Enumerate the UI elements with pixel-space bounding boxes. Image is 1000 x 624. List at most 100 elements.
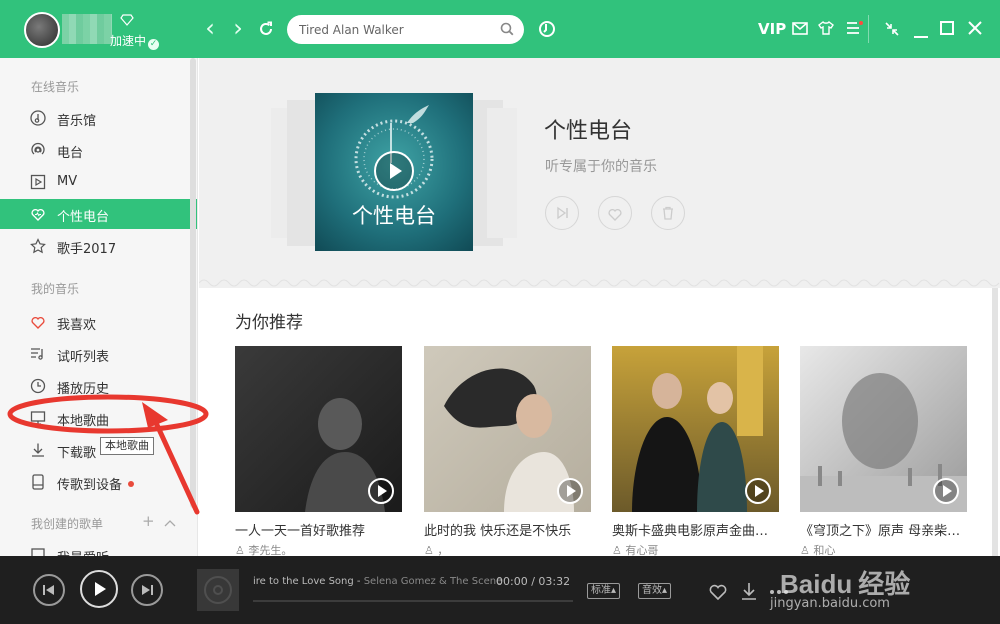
sidebar-item-personal-radio[interactable]: 个性电台 <box>0 199 197 229</box>
sidebar-item-label: 试听列表 <box>57 350 110 365</box>
mail-button[interactable] <box>792 22 808 39</box>
maximize-button[interactable] <box>940 21 954 39</box>
close-button[interactable] <box>968 21 982 39</box>
sidebar-item-singer-2017[interactable]: 歌手2017 <box>0 231 197 261</box>
playlist-cover[interactable] <box>800 346 967 512</box>
accelerating-label: 加速中 <box>110 34 147 48</box>
play-pause-button[interactable] <box>80 570 118 608</box>
watermark: Baidu 经验 jingyan.baidu.com <box>760 556 960 624</box>
diamond-icon <box>120 14 134 29</box>
star-icon <box>30 238 46 254</box>
music-hall-icon <box>30 110 46 126</box>
mini-mode-button[interactable] <box>884 21 900 41</box>
collapse-button[interactable] <box>164 516 176 531</box>
playlist-title[interactable]: 《穹顶之下》原声 母亲柴… <box>800 520 967 539</box>
playlist-cover[interactable] <box>612 346 779 512</box>
mail-icon <box>792 22 808 35</box>
play-icon[interactable] <box>933 478 959 504</box>
main-scrollbar[interactable] <box>992 288 998 556</box>
next-button[interactable] <box>131 574 163 606</box>
sidebar-item-label: 播放历史 <box>57 382 110 397</box>
sidebar-item-label: MV <box>57 174 78 189</box>
sound-effect-button[interactable]: 音效▴ <box>638 583 672 599</box>
playlist-title[interactable]: 此时的我 快乐还是不快乐 <box>424 520 591 539</box>
now-playing-cover[interactable] <box>197 569 239 611</box>
playlist-icon <box>31 548 45 556</box>
playlist-card[interactable]: 此时的我 快乐还是不快乐 ♙ ， <box>424 346 591 556</box>
refresh-button[interactable] <box>254 18 278 44</box>
playlist-title[interactable]: 一人一天一首好歌推荐 <box>235 520 402 539</box>
play-icon[interactable] <box>368 478 394 504</box>
creator-name[interactable]: 和心 <box>813 544 835 556</box>
quality-label: 标准 <box>591 585 611 596</box>
sidebar-item-local-songs[interactable]: 本地歌曲 <box>0 403 197 433</box>
skin-button[interactable] <box>818 20 834 39</box>
playlist-creator: ♙ 和心 <box>800 542 967 556</box>
sidebar-item-transfer-to-device[interactable]: 传歌到设备 <box>0 467 197 497</box>
section-my-music: 我的音乐 <box>31 282 80 296</box>
music-recognition-button[interactable] <box>538 20 556 42</box>
current-time: 00:00 <box>496 575 528 588</box>
playlist-title[interactable]: 奥斯卡盛典电影原声金曲… <box>612 520 779 539</box>
skip-next-icon <box>557 206 568 220</box>
like-button[interactable] <box>598 196 632 230</box>
main-content: 个性电台 个性电台 听专属于你的音乐 为你推荐 一人一天一首好歌推荐 ♙ 李先生… <box>199 58 1000 556</box>
divider <box>868 15 869 43</box>
chevron-up-icon <box>164 520 176 527</box>
progress-bar[interactable] <box>253 600 573 602</box>
menu-button[interactable] <box>846 21 864 40</box>
cover-ghost <box>487 108 517 238</box>
vip-button[interactable]: VIP <box>758 20 786 38</box>
creator-name[interactable]: 有心哥 <box>625 544 658 556</box>
sidebar-item-trial-list[interactable]: 试听列表 <box>0 339 197 369</box>
search-input[interactable] <box>299 20 494 39</box>
artist-name[interactable]: Selena Gomez & The Scene <box>364 576 503 587</box>
forward-button[interactable]: › <box>226 16 250 42</box>
download-icon <box>32 443 44 457</box>
delete-button[interactable] <box>651 196 685 230</box>
playlist-card[interactable]: 一人一天一首好歌推荐 ♙ 李先生。 <box>235 346 402 556</box>
song-title[interactable]: ire to the Love Song <box>253 576 354 587</box>
sidebar-item-label: 音乐馆 <box>57 114 97 129</box>
like-song-button[interactable] <box>708 583 728 605</box>
sidebar-item-downloads[interactable]: 下载歌 <box>0 435 197 465</box>
sidebar-item-mv[interactable]: MV <box>0 167 197 197</box>
play-button[interactable] <box>374 151 414 191</box>
quality-button[interactable]: 标准▴ <box>587 583 621 599</box>
playlist-cover[interactable] <box>235 346 402 512</box>
sidebar-item-my-favorites[interactable]: 我喜欢 <box>0 307 197 337</box>
back-button[interactable]: ‹ <box>198 16 222 42</box>
previous-button[interactable] <box>33 574 65 606</box>
playlist-creator: ♙ 李先生。 <box>235 542 402 556</box>
chevron-up-icon: ▴ <box>611 585 617 596</box>
sidebar-item-label: 下载歌 <box>57 446 97 461</box>
playlist-card[interactable]: 奥斯卡盛典电影原声金曲… ♙ 有心哥 <box>612 346 779 556</box>
search-icon[interactable] <box>500 22 514 36</box>
sidebar-item-music-hall[interactable]: 音乐馆 <box>0 103 197 133</box>
play-icon <box>95 582 106 596</box>
disc-icon <box>204 576 232 604</box>
playlist-card[interactable]: 《穹顶之下》原声 母亲柴… ♙ 和心 <box>800 346 967 556</box>
minimize-button[interactable] <box>914 28 928 43</box>
mv-icon <box>30 174 46 190</box>
download-song-button[interactable] <box>740 582 758 604</box>
playlist-cover[interactable] <box>424 346 591 512</box>
heart-icon <box>709 584 727 601</box>
search-box[interactable] <box>287 15 524 44</box>
play-icon[interactable] <box>557 478 583 504</box>
sidebar-scrollbar[interactable] <box>190 58 196 508</box>
radio-cover[interactable]: 个性电台 <box>315 93 473 251</box>
next-song-button[interactable] <box>545 196 579 230</box>
avatar[interactable] <box>24 12 60 48</box>
creator-name[interactable]: ， <box>437 544 448 556</box>
sidebar-item-play-history[interactable]: 播放历史 <box>0 371 197 401</box>
download-icon <box>742 583 756 600</box>
sidebar-item-playlist[interactable]: 我最爱听 <box>0 540 197 556</box>
user-icon: ♙ <box>612 544 626 556</box>
creator-name[interactable]: 李先生。 <box>248 544 292 556</box>
watermark-brand-en: Baidu <box>780 569 853 599</box>
add-playlist-button[interactable]: + <box>142 512 155 530</box>
play-icon[interactable] <box>745 478 771 504</box>
clock-icon <box>30 378 46 394</box>
sidebar-item-radio[interactable]: 电台 <box>0 135 197 165</box>
